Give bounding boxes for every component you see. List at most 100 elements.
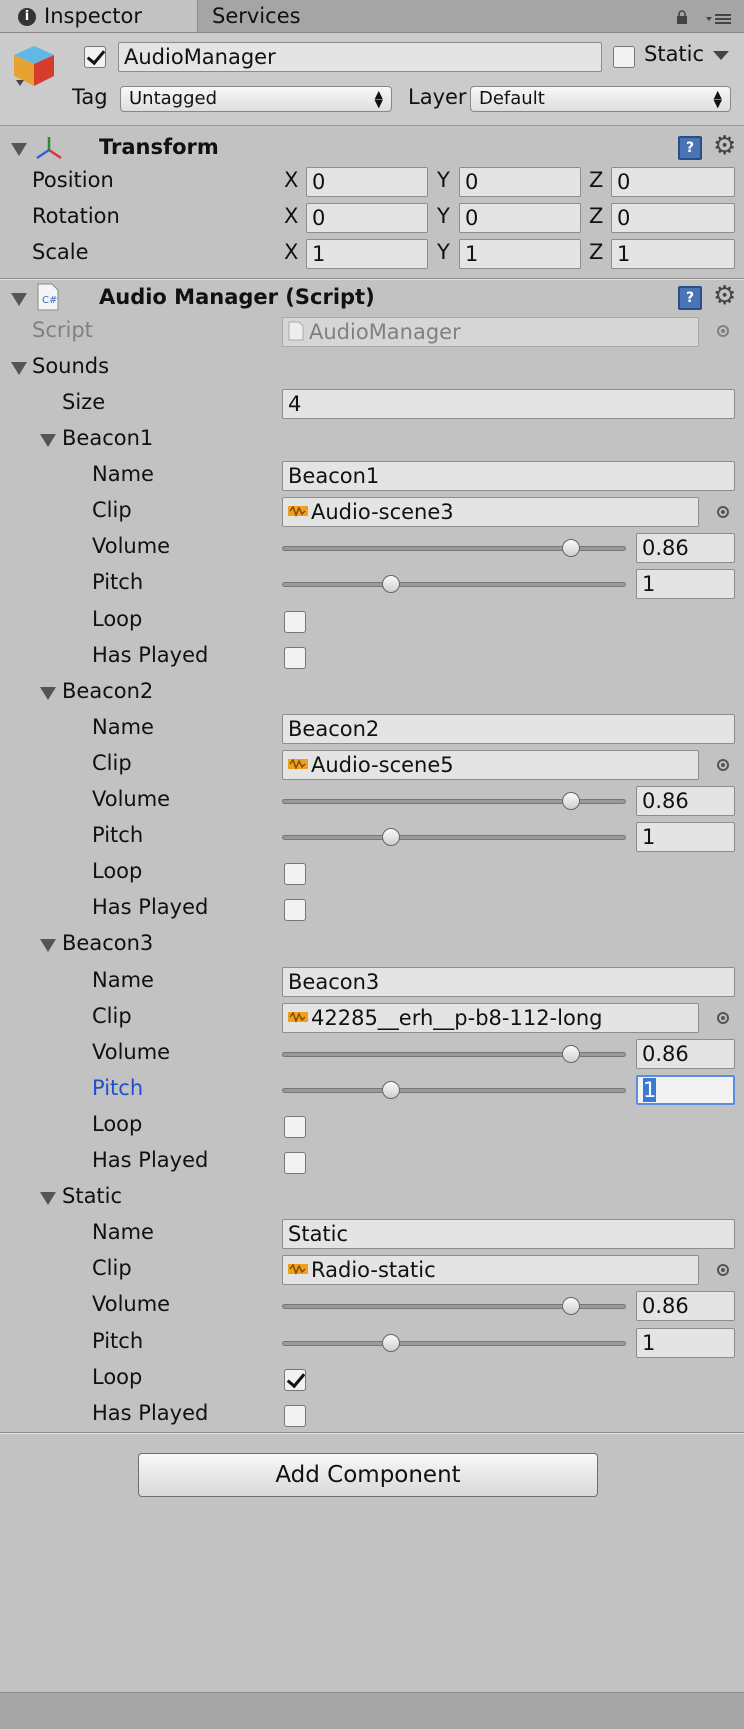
transform-title: Transform: [99, 135, 219, 159]
object-picker-icon[interactable]: [717, 1011, 729, 1024]
scale-y-field[interactable]: 1: [459, 239, 581, 269]
volume-field[interactable]: 0.86: [636, 533, 735, 564]
menu-icon[interactable]: [706, 12, 732, 26]
name-label: Name: [92, 714, 154, 739]
scale-z-field[interactable]: 1: [611, 239, 735, 269]
pitch-label: Pitch: [92, 1328, 144, 1353]
audio-clip-icon: [288, 1263, 308, 1276]
scale-x-field[interactable]: 1: [306, 239, 428, 269]
pitch-slider-thumb[interactable]: [382, 1080, 400, 1099]
pitch-slider-track[interactable]: [282, 835, 626, 841]
volume-label: Volume: [92, 534, 171, 559]
layer-label: Layer: [408, 85, 467, 109]
name-field[interactable]: Beacon3: [282, 966, 735, 997]
object-picker-icon[interactable]: [717, 506, 729, 519]
has-played-checkbox[interactable]: [284, 1152, 306, 1174]
volume-slider-thumb[interactable]: [562, 1044, 581, 1063]
rotation-x-field[interactable]: 0: [306, 203, 428, 233]
size-label: Size: [62, 390, 106, 414]
tab-inspector[interactable]: i Inspector: [0, 0, 198, 32]
volume-label: Volume: [92, 1039, 171, 1064]
script-label: Script: [32, 318, 93, 342]
has-played-checkbox[interactable]: [284, 1404, 306, 1427]
clip-field[interactable]: Radio-static: [282, 1255, 699, 1286]
component-divider-highlight: [0, 279, 744, 280]
volume-slider-thumb[interactable]: [562, 1297, 581, 1316]
svg-text:C#: C#: [42, 295, 57, 306]
gameobject-name-field[interactable]: AudioManager: [118, 42, 602, 72]
position-x-field[interactable]: 0: [306, 167, 428, 197]
tag-dropdown[interactable]: Untagged ▲ ▼: [120, 86, 392, 112]
has-played-checkbox[interactable]: [284, 899, 306, 922]
clip-value: Audio-scene3: [311, 500, 454, 525]
audio-clip-icon: [288, 758, 308, 770]
sound-foldout-icon[interactable]: [40, 939, 56, 953]
pitch-field[interactable]: 1: [636, 569, 735, 600]
name-field[interactable]: Static: [282, 1219, 735, 1250]
position-label: Position: [32, 168, 114, 192]
clip-field[interactable]: Audio-scene3: [282, 497, 699, 528]
sound-foldout-icon[interactable]: [40, 1192, 56, 1206]
sound-foldout-icon[interactable]: [40, 686, 56, 700]
volume-slider-thumb[interactable]: [562, 792, 581, 810]
has-played-label: Has Played: [92, 1148, 209, 1172]
position-y-field[interactable]: 0: [459, 167, 581, 197]
volume-field[interactable]: 0.86: [636, 1038, 735, 1069]
transform-axes-icon: [36, 137, 62, 160]
sound-header-2: Beacon2: [62, 678, 154, 703]
rotation-y-field[interactable]: 0: [459, 203, 581, 233]
size-field[interactable]: 4: [282, 389, 735, 419]
axis-z-label: Z: [589, 240, 604, 264]
clip-field[interactable]: Audio-scene5: [282, 749, 699, 780]
volume-field[interactable]: 0.86: [636, 1291, 735, 1322]
clip-label: Clip: [92, 498, 132, 523]
rotation-z-field[interactable]: 0: [611, 203, 735, 233]
pitch-slider-thumb[interactable]: [382, 575, 400, 594]
tab-bar: i Inspector Services: [0, 0, 744, 33]
position-z-field[interactable]: 0: [611, 167, 735, 197]
pitch-slider-track[interactable]: [282, 582, 626, 588]
audio-manager-foldout-icon[interactable]: [11, 293, 27, 306]
object-picker-icon[interactable]: [717, 1264, 729, 1277]
clip-field[interactable]: 42285__erh__p-b8-112-long: [282, 1002, 699, 1033]
gameobject-cube-icon: [14, 46, 54, 86]
sound-foldout-icon[interactable]: [40, 434, 56, 447]
transform-foldout-icon[interactable]: [11, 143, 27, 156]
axis-x-label: X: [284, 204, 299, 228]
loop-checkbox[interactable]: [284, 863, 306, 886]
lock-icon[interactable]: [676, 10, 688, 24]
pitch-field[interactable]: 1: [636, 1074, 735, 1105]
audio-manager-title: Audio Manager (Script): [99, 285, 375, 309]
pitch-slider-thumb[interactable]: [382, 1333, 400, 1352]
gear-icon[interactable]: ⚙: [713, 133, 736, 159]
help-icon[interactable]: ?: [678, 136, 702, 160]
static-checkbox[interactable]: [613, 46, 635, 68]
pitch-slider-track[interactable]: [282, 1087, 626, 1093]
loop-checkbox[interactable]: [284, 1115, 306, 1138]
help-icon[interactable]: ?: [678, 286, 702, 310]
volume-field[interactable]: 0.86: [636, 786, 735, 816]
tab-services[interactable]: Services: [212, 0, 301, 32]
loop-checkbox[interactable]: [284, 1368, 306, 1391]
pitch-field[interactable]: 1: [636, 1327, 735, 1358]
active-checkbox[interactable]: [84, 46, 106, 68]
add-component-button[interactable]: Add Component: [138, 1453, 598, 1497]
loop-checkbox[interactable]: [284, 610, 306, 633]
sound-header-1: Beacon1: [62, 426, 154, 450]
name-field[interactable]: Beacon2: [282, 713, 735, 744]
layer-dropdown[interactable]: Default ▲ ▼: [470, 86, 731, 112]
name-field[interactable]: Beacon1: [282, 461, 735, 492]
sounds-foldout-icon[interactable]: [11, 362, 27, 375]
loop-label: Loop: [92, 606, 143, 631]
object-picker-icon[interactable]: [717, 758, 729, 771]
gear-icon[interactable]: ⚙: [713, 283, 736, 309]
pitch-slider-track[interactable]: [282, 1340, 626, 1346]
pitch-label: Pitch: [92, 823, 144, 848]
pitch-field[interactable]: 1: [636, 822, 735, 853]
tag-value: Untagged: [129, 88, 218, 109]
has-played-checkbox[interactable]: [284, 646, 306, 669]
volume-slider-thumb[interactable]: [562, 539, 581, 558]
pitch-slider-thumb[interactable]: [382, 828, 400, 847]
static-label: Static: [644, 42, 705, 66]
static-dropdown-icon[interactable]: [713, 51, 729, 60]
